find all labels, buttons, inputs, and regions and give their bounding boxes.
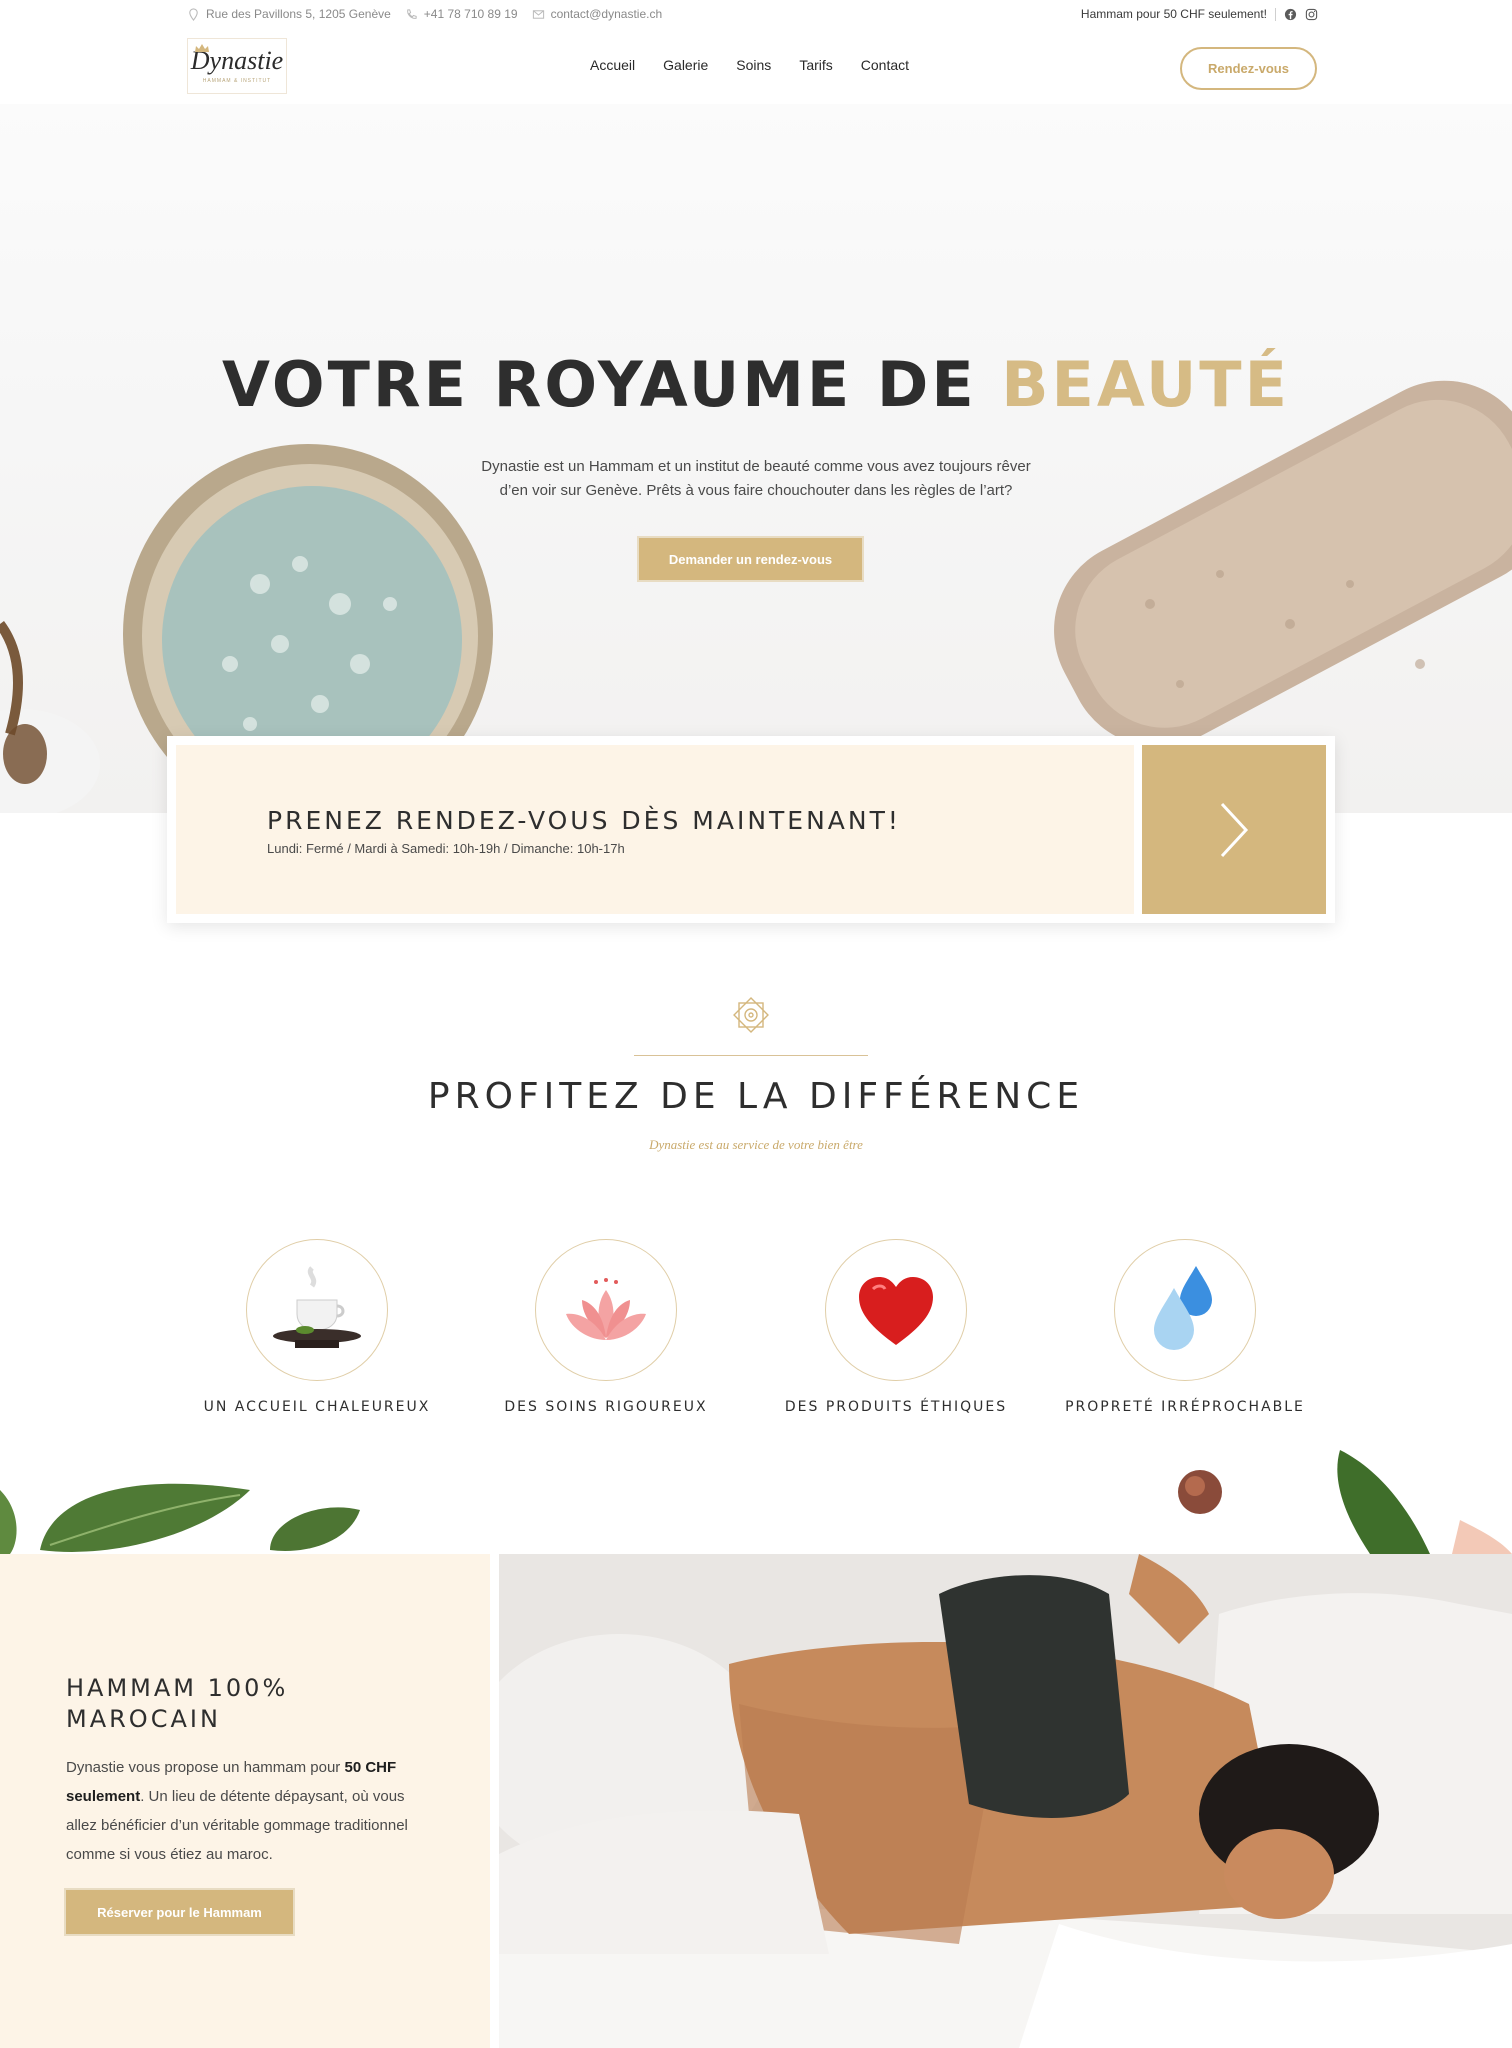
mandala-icon bbox=[733, 997, 769, 1033]
difference-subtitle: Dynastie est au service de votre bien êt… bbox=[649, 1137, 863, 1152]
top-info-bar: Rue des Pavillons 5, 1205 Genève +41 78 … bbox=[0, 0, 1512, 30]
opening-hours: Lundi: Fermé / Mardi à Samedi: 10h-19h /… bbox=[267, 841, 625, 856]
heart-icon bbox=[859, 1277, 933, 1345]
hero-section: VOTRE ROYAUME DE BEAUTÉ Dynastie est un … bbox=[0, 104, 1512, 813]
hero-title-main: VOTRE ROYAUME DE bbox=[222, 348, 977, 421]
feature-label: DES SOINS RIGOUREUX bbox=[504, 1399, 708, 1415]
nav-galerie[interactable]: Galerie bbox=[663, 57, 708, 73]
section-divider bbox=[634, 1055, 868, 1056]
promo-text: Hammam pour 50 CHF seulement! bbox=[1080, 7, 1267, 21]
difference-title: PROFITEZ DE LA DIFFÉRENCE bbox=[427, 1076, 1085, 1117]
logo[interactable]: Dynastie HAMMAM & INSTITUT bbox=[187, 38, 287, 94]
nav-soins[interactable]: Soins bbox=[736, 57, 771, 73]
hammam-title: HAMMAM 100% MAROCAIN bbox=[66, 1674, 289, 1733]
feature-label: UN ACCUEIL CHALEUREUX bbox=[203, 1399, 431, 1415]
email-item[interactable]: contact@dynastie.ch bbox=[532, 7, 663, 21]
massage-illustration bbox=[499, 1554, 1512, 2048]
hero-text: Dynastie est un Hammam et un institut de… bbox=[440, 455, 1072, 503]
appointment-title: PRENEZ RENDEZ-VOUS DÈS MAINTENANT! bbox=[267, 806, 901, 835]
phone-item[interactable]: +41 78 710 89 19 bbox=[405, 7, 518, 21]
feature-icon-circle bbox=[1114, 1239, 1256, 1381]
feature-label: DES PRODUITS ÉTHIQUES bbox=[784, 1399, 1008, 1415]
feature-care: DES SOINS RIGOUREUX bbox=[471, 1239, 741, 1415]
leaves-decoration bbox=[0, 1450, 1512, 1554]
facebook-icon[interactable] bbox=[1284, 8, 1297, 21]
crown-icon bbox=[195, 44, 209, 52]
location-icon bbox=[189, 7, 198, 21]
feature-welcome: UN ACCUEIL CHALEUREUX bbox=[182, 1239, 452, 1415]
logo-tagline: HAMMAM & INSTITUT bbox=[202, 78, 272, 84]
feature-ethical: DES PRODUITS ÉTHIQUES bbox=[761, 1239, 1031, 1415]
chevron-right-icon bbox=[1220, 802, 1249, 857]
nav-tarifs[interactable]: Tarifs bbox=[799, 57, 832, 73]
main-nav: Accueil Galerie Soins Tarifs Contact bbox=[590, 57, 909, 73]
hammam-desc-start: Dynastie vous propose un hammam pour bbox=[66, 1759, 345, 1776]
hammam-info-panel: HAMMAM 100% MAROCAIN Dynastie vous propo… bbox=[0, 1554, 490, 2048]
hero-text-line1: Dynastie est un Hammam et un institut de… bbox=[481, 458, 1031, 475]
appointment-banner[interactable]: PRENEZ RENDEZ-VOUS DÈS MAINTENANT! Lundi… bbox=[167, 736, 1335, 923]
book-hammam-button[interactable]: Réserver pour le Hammam bbox=[64, 1888, 295, 1936]
hero-title-accent: BEAUTÉ bbox=[1001, 348, 1290, 421]
tea-cup-icon bbox=[273, 1266, 361, 1348]
feature-label: PROPRETÉ IRRÉPROCHABLE bbox=[1065, 1399, 1305, 1415]
phone-icon bbox=[406, 8, 417, 19]
lotus-icon bbox=[566, 1278, 646, 1340]
instagram-icon[interactable] bbox=[1305, 8, 1318, 21]
site-header: Dynastie HAMMAM & INSTITUT Accueil Galer… bbox=[0, 30, 1512, 104]
hero-title: VOTRE ROYAUME DE BEAUTÉ bbox=[0, 348, 1512, 421]
massage-photo bbox=[499, 1554, 1512, 2048]
request-appointment-button[interactable]: Demander un rendez-vous bbox=[637, 536, 864, 582]
appointment-arrow-button[interactable] bbox=[1142, 745, 1326, 914]
address-text: Rue des Pavillons 5, 1205 Genève bbox=[206, 7, 391, 21]
feature-cleanliness: PROPRETÉ IRRÉPROCHABLE bbox=[1050, 1239, 1320, 1415]
email-text: contact@dynastie.ch bbox=[550, 7, 663, 21]
address-item: Rue des Pavillons 5, 1205 Genève bbox=[187, 7, 391, 21]
hammam-description: Dynastie vous propose un hammam pour 50 … bbox=[66, 1753, 426, 1869]
phone-text: +41 78 710 89 19 bbox=[423, 7, 518, 21]
feature-icon-circle bbox=[535, 1239, 677, 1381]
water-drop-icon bbox=[1154, 1266, 1212, 1350]
feature-icon-circle bbox=[246, 1239, 388, 1381]
feature-icon-circle bbox=[825, 1239, 967, 1381]
nav-contact[interactable]: Contact bbox=[861, 57, 909, 73]
rendez-vous-button[interactable]: Rendez-vous bbox=[1180, 47, 1317, 90]
nav-accueil[interactable]: Accueil bbox=[590, 57, 635, 73]
hero-text-line2: d’en voir sur Genève. Prêts à vous faire… bbox=[499, 482, 1013, 499]
mail-icon bbox=[532, 9, 544, 19]
divider bbox=[1275, 7, 1276, 21]
